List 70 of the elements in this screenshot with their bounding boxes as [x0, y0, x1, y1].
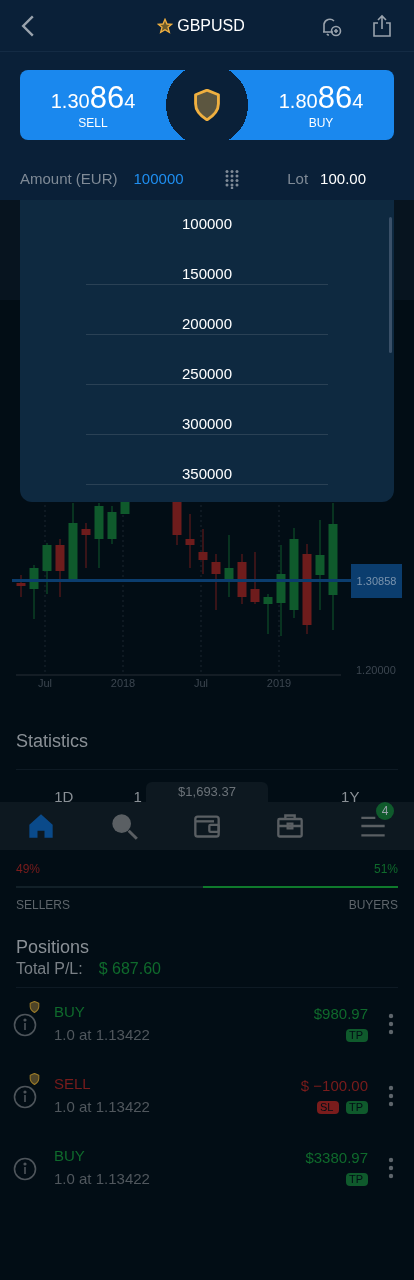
position-side: BUY — [54, 1002, 86, 1022]
dropdown-option[interactable]: 100000 — [86, 214, 328, 235]
price-tag: 1.30858 — [351, 564, 402, 598]
briefcase-icon[interactable] — [275, 812, 304, 840]
back-icon[interactable] — [20, 13, 36, 38]
candle — [107, 505, 117, 545]
position-pl: $980.97 — [313, 1004, 368, 1024]
more-icon[interactable] — [388, 1156, 394, 1179]
info-icon[interactable] — [13, 1012, 37, 1037]
position-detail: 1.0 at 1.13422 — [54, 1169, 150, 1189]
info-icon[interactable] — [13, 1156, 37, 1181]
shield-icon — [193, 89, 221, 121]
more-icon[interactable] — [388, 1084, 394, 1107]
sell-button[interactable]: 1.30864 SELL — [20, 70, 166, 140]
symbol-title: GBPUSD — [177, 15, 245, 36]
dropdown-option[interactable]: 350000 — [86, 464, 328, 485]
period-tab[interactable]: 1 — [133, 789, 142, 804]
total-pl-label: Total P/L: — [16, 958, 83, 979]
star-icon[interactable] — [157, 17, 174, 34]
lot-value[interactable]: 100.00 — [320, 168, 366, 191]
candle — [237, 553, 247, 605]
position-side: BUY — [54, 1146, 86, 1166]
candle — [211, 553, 221, 611]
candle — [94, 502, 104, 569]
section-title: Statistics — [16, 730, 90, 753]
order-tag: TP — [346, 1029, 368, 1043]
more-icon[interactable] — [388, 1012, 394, 1035]
section-title: Positions — [16, 936, 91, 959]
buyers-label: BUYERS — [348, 897, 398, 914]
home-icon[interactable] — [27, 812, 56, 840]
dropdown-option[interactable]: 250000 — [86, 364, 328, 385]
info-icon[interactable] — [13, 1084, 37, 1109]
order-tag: SL — [317, 1101, 339, 1115]
position-detail: 1.0 at 1.13422 — [54, 1097, 150, 1117]
dropdown-option[interactable]: 150000 — [86, 264, 328, 285]
position-detail: 1.0 at 1.13422 — [54, 1025, 150, 1045]
lot-label: Lot — [287, 169, 309, 189]
search-icon[interactable] — [110, 812, 139, 840]
candle — [55, 538, 65, 598]
candle — [16, 574, 26, 598]
candle — [224, 534, 234, 598]
order-tag: TP — [346, 1173, 368, 1187]
dropdown-option[interactable]: 200000 — [86, 314, 328, 335]
position-pl: $3380.97 — [305, 1148, 368, 1168]
candle — [198, 528, 208, 575]
keypad-icon[interactable] — [223, 169, 240, 190]
share-icon[interactable] — [370, 13, 394, 38]
candle — [250, 551, 260, 605]
order-tag: TP — [346, 1101, 368, 1115]
candle — [42, 542, 52, 595]
balance-tab[interactable]: $1,693.37 — [146, 782, 268, 802]
axis-label: 1.20000 — [356, 663, 396, 678]
position-pl: $ −100.00 — [300, 1076, 368, 1096]
candle — [120, 501, 130, 515]
buyers-percent: 51% — [373, 861, 398, 878]
buy-button[interactable]: 1.80864 BUY — [248, 70, 394, 140]
total-pl-value: $ 687.60 — [98, 958, 161, 979]
sellers-label: SELLERS — [16, 897, 71, 914]
candle — [185, 513, 195, 569]
period-tab[interactable]: 1D — [54, 789, 74, 804]
dropdown-option[interactable]: 300000 — [86, 414, 328, 435]
position-side: SELL — [54, 1074, 92, 1094]
candle — [172, 501, 182, 546]
amount-label: Amount (EUR) — [20, 169, 118, 189]
notification-badge: 4 — [376, 802, 395, 820]
candle — [263, 593, 273, 635]
period-tab[interactable]: 1Y — [341, 789, 360, 804]
candle — [81, 522, 91, 569]
sellers-percent: 49% — [16, 861, 41, 878]
amount-value[interactable]: 100000 — [133, 168, 184, 191]
